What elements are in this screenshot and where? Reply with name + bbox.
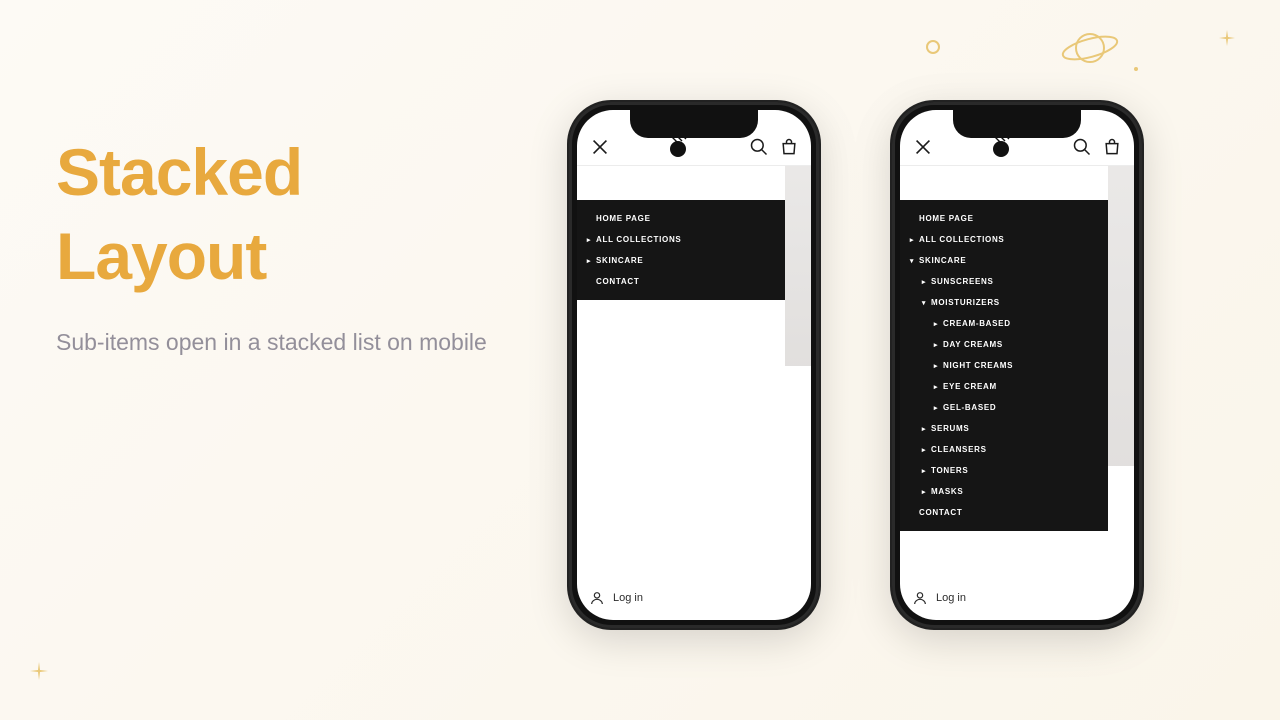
login-button[interactable]: Log in <box>589 590 643 606</box>
user-icon <box>589 590 605 606</box>
nav-gel-based[interactable]: ▸GEL-BASED <box>908 397 1100 418</box>
caret-right-icon: ▸ <box>920 278 928 286</box>
sparkle-decoration <box>30 662 48 685</box>
caret-right-icon: ▸ <box>932 341 940 349</box>
sparkle-decoration <box>1132 60 1140 78</box>
caret-right-icon: ▸ <box>920 467 928 475</box>
nav-all-collections[interactable]: ▸ALL COLLECTIONS <box>908 229 1100 250</box>
caret-right-icon: ▸ <box>908 236 916 244</box>
nav-day-creams[interactable]: ▸DAY CREAMS <box>908 334 1100 355</box>
close-icon[interactable] <box>589 136 611 158</box>
phone-mockup-collapsed: ▸HOME PAGE ▸ALL COLLECTIONS ▸SKINCARE ▸C… <box>567 100 821 630</box>
caret-right-icon: ▸ <box>932 362 940 370</box>
caret-down-icon: ▾ <box>920 299 928 307</box>
mobile-nav-menu: ▸HOME PAGE ▸ALL COLLECTIONS ▸SKINCARE ▸C… <box>577 200 785 300</box>
nav-cleansers[interactable]: ▸CLEANSERS <box>908 439 1100 460</box>
caret-right-icon: ▸ <box>932 383 940 391</box>
nav-skincare[interactable]: ▾SKINCARE <box>908 250 1100 271</box>
nav-eye-cream[interactable]: ▸EYE CREAM <box>908 376 1100 397</box>
caret-right-icon: ▸ <box>932 404 940 412</box>
caret-right-icon: ▸ <box>932 320 940 328</box>
sparkle-decoration <box>1219 30 1235 51</box>
nav-skincare[interactable]: ▸SKINCARE <box>585 250 777 271</box>
nav-all-collections[interactable]: ▸ALL COLLECTIONS <box>585 229 777 250</box>
nav-contact[interactable]: ▸CONTACT <box>908 502 1100 523</box>
phone-notch <box>953 110 1081 138</box>
cart-icon[interactable] <box>1102 137 1122 157</box>
nav-contact[interactable]: ▸CONTACT <box>585 271 777 292</box>
nav-toners[interactable]: ▸TONERS <box>908 460 1100 481</box>
caret-right-icon: ▸ <box>585 236 593 244</box>
background-image-sliver <box>785 166 811 366</box>
mobile-nav-menu: ▸HOME PAGE ▸ALL COLLECTIONS ▾SKINCARE ▸S… <box>900 200 1108 531</box>
nav-masks[interactable]: ▸MASKS <box>908 481 1100 502</box>
circle-decoration <box>926 40 940 54</box>
nav-home[interactable]: ▸HOME PAGE <box>908 208 1100 229</box>
caret-down-icon: ▾ <box>908 257 916 265</box>
caret-right-icon: ▸ <box>920 446 928 454</box>
login-button[interactable]: Log in <box>912 590 966 606</box>
close-icon[interactable] <box>912 136 934 158</box>
search-icon[interactable] <box>749 137 769 157</box>
nav-home[interactable]: ▸HOME PAGE <box>585 208 777 229</box>
nav-night-creams[interactable]: ▸NIGHT CREAMS <box>908 355 1100 376</box>
caret-right-icon: ▸ <box>920 425 928 433</box>
cart-icon[interactable] <box>779 137 799 157</box>
nav-serums[interactable]: ▸SERUMS <box>908 418 1100 439</box>
phone-notch <box>630 110 758 138</box>
background-image-sliver <box>1108 166 1134 466</box>
phone-mockup-expanded: ▸HOME PAGE ▸ALL COLLECTIONS ▾SKINCARE ▸S… <box>890 100 1144 630</box>
nav-moisturizers[interactable]: ▾MOISTURIZERS <box>908 292 1100 313</box>
slide-subtitle: Sub-items open in a stacked list on mobi… <box>56 325 496 360</box>
planet-decoration <box>1060 28 1120 68</box>
user-icon <box>912 590 928 606</box>
nav-sunscreens[interactable]: ▸SUNSCREENS <box>908 271 1100 292</box>
caret-right-icon: ▸ <box>920 488 928 496</box>
search-icon[interactable] <box>1072 137 1092 157</box>
nav-cream-based[interactable]: ▸CREAM-BASED <box>908 313 1100 334</box>
caret-right-icon: ▸ <box>585 257 593 265</box>
slide-title: Stacked Layout <box>56 130 496 299</box>
